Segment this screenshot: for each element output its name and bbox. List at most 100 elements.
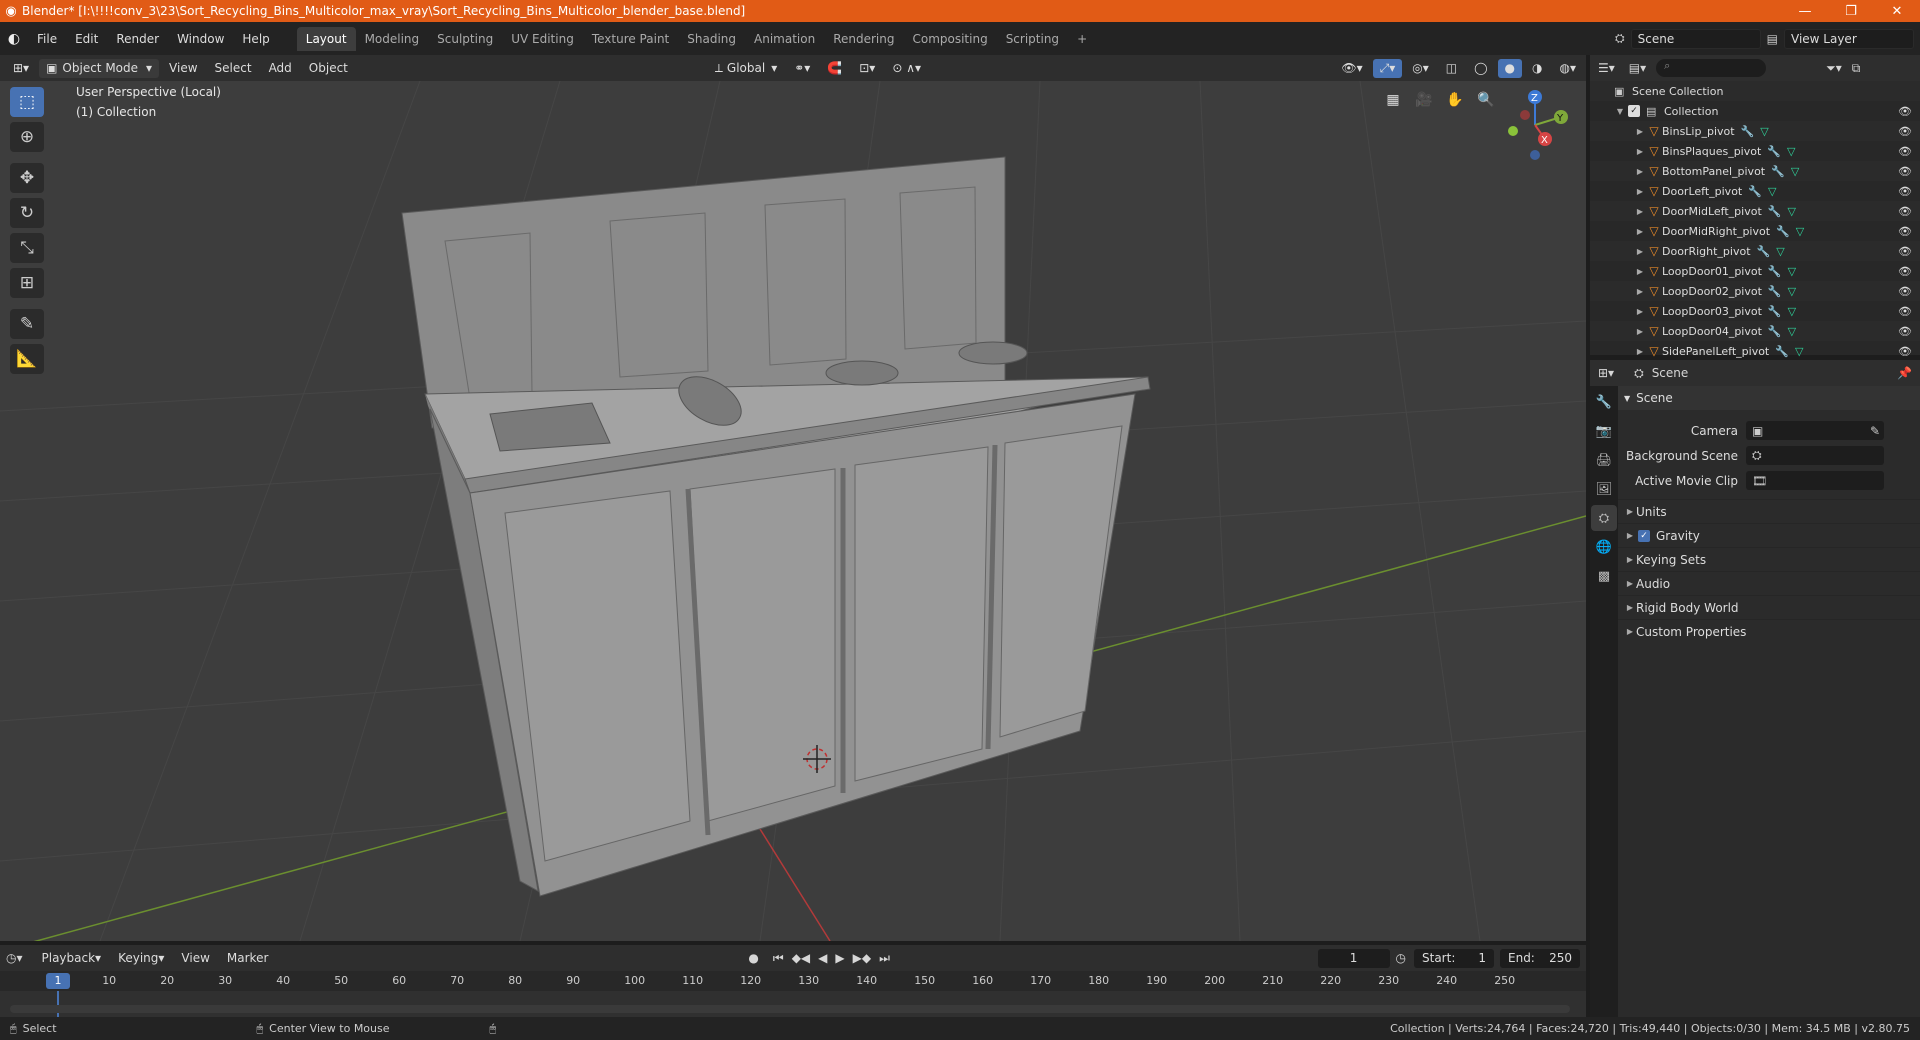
eye-icon[interactable]: 👁 — [1898, 125, 1912, 138]
eye-icon[interactable]: 👁 — [1898, 325, 1912, 338]
tab-compositing[interactable]: Compositing — [903, 27, 996, 51]
expand-triangle-icon[interactable]: ▶ — [1634, 167, 1646, 176]
eye-icon[interactable]: 👁 — [1898, 305, 1912, 318]
snap-target-icon[interactable]: ⊡▾ — [852, 59, 882, 78]
active-movie-clip-field[interactable]: 🎞 — [1746, 471, 1884, 490]
display-mode-icon[interactable]: ▤▾ — [1629, 61, 1646, 75]
eye-icon[interactable]: 👁 — [1898, 245, 1912, 258]
audio-subpanel[interactable]: ▶ Audio — [1618, 571, 1920, 595]
mesh-data-icon[interactable]: ▽ — [1768, 185, 1776, 198]
gizmo-toggle-icon[interactable]: ⤢▾ — [1372, 58, 1403, 78]
preview-range-icon[interactable]: ◷ — [1396, 951, 1406, 965]
world-tab-icon[interactable]: 🌐 — [1591, 534, 1617, 560]
menu-window[interactable]: Window — [168, 32, 233, 46]
expand-triangle-icon[interactable]: ▶ — [1634, 287, 1646, 296]
tab-scripting[interactable]: Scripting — [997, 27, 1068, 51]
outliner-item[interactable]: ▶ ▽ LoopDoor04_pivot 🔧 ▽ 👁 — [1590, 321, 1920, 341]
play-reverse-icon[interactable]: ◀ — [818, 951, 827, 965]
output-tab-icon[interactable]: 🖨 — [1591, 447, 1617, 473]
blender-menu-icon[interactable]: ◐ — [0, 31, 28, 47]
camera-view-icon[interactable]: 🎥 — [1411, 87, 1437, 113]
scene-selector[interactable]: Scene — [1630, 28, 1761, 49]
eye-icon[interactable]: 👁 — [1898, 185, 1912, 198]
menu-add[interactable]: Add — [262, 59, 299, 78]
render-tab-icon[interactable]: 📷 — [1591, 418, 1617, 444]
menu-edit[interactable]: Edit — [66, 32, 107, 46]
outliner-item[interactable]: ▶ ▽ BottomPanel_pivot 🔧 ▽ 👁 — [1590, 161, 1920, 181]
editor-type-icon[interactable]: ⊞▾ — [6, 59, 36, 78]
expand-triangle-icon[interactable]: ▶ — [1634, 307, 1646, 316]
modifier-icon[interactable]: 🔧 — [1768, 285, 1782, 298]
3d-viewport[interactable]: User Perspective (Local) (1) Collection … — [0, 81, 1586, 941]
outliner-item[interactable]: ▶ ▽ LoopDoor03_pivot 🔧 ▽ 👁 — [1590, 301, 1920, 321]
frame-ruler[interactable]: 1 10 20 30 40 50 60 70 80 90 100 110 120 130 140 150 16… — [0, 971, 1586, 991]
play-icon[interactable]: ▶ — [835, 951, 844, 965]
rendered-shading-icon[interactable]: ◍▾ — [1553, 59, 1584, 78]
eyedropper-icon[interactable]: ✎ — [1870, 424, 1880, 438]
pin-icon[interactable]: 📌 — [1897, 366, 1912, 380]
mesh-data-icon[interactable]: ▽ — [1791, 165, 1799, 178]
mesh-data-icon[interactable]: ▽ — [1795, 345, 1803, 358]
background-scene-field[interactable]: ⛭ — [1746, 446, 1884, 465]
tab-texture-paint[interactable]: Texture Paint — [583, 27, 678, 51]
eye-icon[interactable]: 👁 — [1898, 285, 1912, 298]
tab-modeling[interactable]: Modeling — [356, 27, 429, 51]
mesh-data-icon[interactable]: ▽ — [1788, 285, 1796, 298]
eye-icon[interactable]: 👁 — [1898, 225, 1912, 238]
texture-tab-icon[interactable]: ▩ — [1591, 563, 1617, 589]
mesh-data-icon[interactable]: ▽ — [1776, 245, 1784, 258]
expand-triangle-icon[interactable]: ▶ — [1634, 227, 1646, 236]
end-frame-field[interactable]: End: 250 — [1500, 948, 1580, 968]
tab-shading[interactable]: Shading — [678, 27, 745, 51]
overlay-icon[interactable]: ◎▾ — [1405, 59, 1436, 78]
menu-object[interactable]: Object — [302, 59, 355, 78]
timeline-track-area[interactable] — [0, 991, 1586, 1017]
expand-triangle-icon[interactable]: ▶ — [1634, 127, 1646, 136]
scene-tab-icon[interactable]: ⛭ — [1591, 505, 1617, 531]
cursor-tool-icon[interactable]: ⊕ — [10, 122, 44, 152]
timeline-scrollbar[interactable] — [10, 1005, 1570, 1013]
mesh-data-icon[interactable]: ▽ — [1787, 205, 1795, 218]
expand-triangle-icon[interactable]: ▶ — [1634, 187, 1646, 196]
tool-tab-icon[interactable]: 🔧 — [1591, 389, 1617, 415]
outliner-item[interactable]: ▶ ▽ DoorRight_pivot 🔧 ▽ 👁 — [1590, 241, 1920, 261]
timeline-editor-icon[interactable]: ◷▾ — [6, 951, 23, 965]
rigid-body-world-subpanel[interactable]: ▶ Rigid Body World — [1618, 595, 1920, 619]
move-tool-icon[interactable]: ✥ — [10, 163, 44, 193]
view-layer-selector[interactable]: View Layer — [1784, 28, 1914, 49]
jump-start-icon[interactable]: ⏮ — [773, 951, 784, 966]
eye-icon[interactable]: 👁 — [1898, 205, 1912, 218]
solid-shading-icon[interactable]: ● — [1497, 58, 1523, 78]
outliner-item[interactable]: ▶ ▽ DoorMidRight_pivot 🔧 ▽ 👁 — [1590, 221, 1920, 241]
wireframe-shading-icon[interactable]: ◯ — [1467, 59, 1494, 78]
tab-uv-editing[interactable]: UV Editing — [502, 27, 583, 51]
measure-tool-icon[interactable]: 📐 — [10, 344, 44, 374]
modifier-icon[interactable]: 🔧 — [1767, 145, 1781, 158]
outliner-item[interactable]: ▶ ▽ BinsLip_pivot 🔧 ▽ 👁 — [1590, 121, 1920, 141]
scale-tool-icon[interactable]: ⤡ — [10, 233, 44, 263]
material-shading-icon[interactable]: ◑ — [1525, 59, 1549, 78]
new-collection-icon[interactable]: ⧉ — [1852, 61, 1861, 76]
transform-tool-icon[interactable]: ⊞ — [10, 268, 44, 298]
outliner-item[interactable]: ▶ ▽ LoopDoor01_pivot 🔧 ▽ 👁 — [1590, 261, 1920, 281]
tab-layout[interactable]: Layout — [296, 26, 356, 51]
outliner-editor-icon[interactable]: ☰▾ — [1598, 61, 1615, 75]
next-keyframe-icon[interactable]: ▶◆ — [853, 951, 871, 965]
pan-view-icon[interactable]: ✋ — [1442, 87, 1468, 113]
expand-triangle-icon[interactable]: ▼ — [1614, 107, 1626, 116]
custom-properties-subpanel[interactable]: ▶ Custom Properties — [1618, 619, 1920, 643]
maximize-button[interactable]: ❐ — [1828, 4, 1874, 19]
mesh-data-icon[interactable]: ▽ — [1788, 305, 1796, 318]
navigation-gizmo[interactable]: Z Y X — [1495, 85, 1575, 165]
mesh-data-icon[interactable]: ▽ — [1788, 265, 1796, 278]
expand-triangle-icon[interactable]: ▶ — [1634, 147, 1646, 156]
minimize-button[interactable]: — — [1782, 4, 1828, 19]
menu-playback[interactable]: Playback ▾ — [35, 949, 109, 968]
visibility-icon[interactable]: 👁▾ — [1334, 59, 1369, 78]
mesh-data-icon[interactable]: ▽ — [1760, 125, 1768, 138]
properties-editor-icon[interactable]: ⊞▾ — [1598, 366, 1614, 380]
modifier-icon[interactable]: 🔧 — [1757, 245, 1771, 258]
outliner-item[interactable]: ▶ ▽ LoopDoor02_pivot 🔧 ▽ 👁 — [1590, 281, 1920, 301]
mode-selector[interactable]: ▣ Object Mode ▾ — [39, 58, 160, 78]
keying-sets-subpanel[interactable]: ▶ Keying Sets — [1618, 547, 1920, 571]
